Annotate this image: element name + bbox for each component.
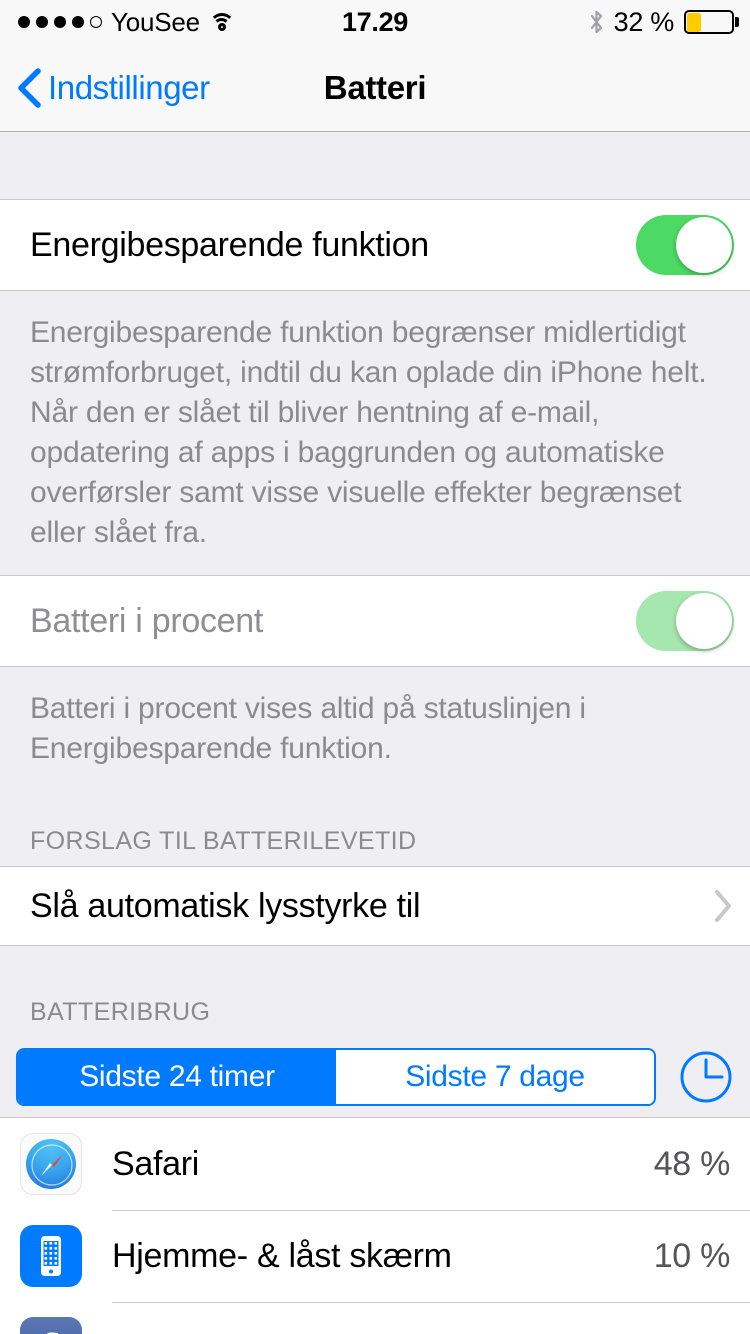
segment-last-24-hours[interactable]: Sidste 24 timer xyxy=(18,1050,336,1104)
app-usage-row[interactable]: Facebook 5 % xyxy=(0,1302,750,1334)
battery-percentage-footer: Batteri i procent vises altid på statusl… xyxy=(0,667,750,791)
battery-percentage-toggle[interactable] xyxy=(636,591,734,651)
navigation-bar: Indstillinger Batteri xyxy=(0,44,750,132)
app-battery-percent: 5 % xyxy=(672,1329,730,1334)
battery-icon xyxy=(684,10,739,34)
battery-percent-label: 32 % xyxy=(613,6,675,37)
battery-usage-controls: Sidste 24 timer Sidste 7 dage xyxy=(0,1037,750,1117)
app-usage-row[interactable]: Safari 48 % xyxy=(0,1118,750,1210)
low-power-mode-toggle[interactable] xyxy=(636,215,734,275)
low-power-mode-label: Energibesparende funktion xyxy=(30,225,429,264)
app-battery-percent: 10 % xyxy=(653,1236,731,1275)
low-power-mode-row[interactable]: Energibesparende funktion xyxy=(0,199,750,291)
toggle-knob xyxy=(676,593,732,649)
battery-usage-app-list: Safari 48 % Hjemme- & låst skærm 10 % xyxy=(0,1117,750,1334)
battery-fill xyxy=(686,12,701,32)
app-name: Hjemme- & låst skærm xyxy=(112,1236,452,1275)
battery-percentage-row[interactable]: Batteri i procent xyxy=(0,575,750,667)
battery-usage-section-header: BATTERIBRUG xyxy=(0,946,750,1037)
battery-percentage-label: Batteri i procent xyxy=(30,601,264,640)
status-bar-right: 32 % xyxy=(589,6,739,38)
app-name: Safari xyxy=(112,1144,200,1183)
app-usage-row[interactable]: Hjemme- & låst skærm 10 % xyxy=(0,1210,750,1302)
bluetooth-icon xyxy=(589,10,604,34)
app-battery-percent: 48 % xyxy=(653,1144,731,1183)
settings-content: Energibesparende funktion Energibesparen… xyxy=(0,133,750,1334)
suggestions-section-header: FORSLAG TIL BATTERILEVETID xyxy=(0,791,750,866)
safari-icon xyxy=(20,1133,82,1195)
auto-brightness-suggestion-label: Slå automatisk lysstyrke til xyxy=(30,886,421,925)
segment-last-7-days[interactable]: Sidste 7 dage xyxy=(336,1050,654,1104)
toggle-knob xyxy=(676,217,732,273)
facebook-icon xyxy=(20,1317,82,1334)
clock-icon[interactable] xyxy=(678,1049,734,1105)
app-name: Facebook xyxy=(112,1329,672,1334)
home-lock-screen-icon xyxy=(20,1225,82,1287)
chevron-right-icon xyxy=(712,887,734,925)
page-title: Batteri xyxy=(323,68,427,106)
battery-settings-screen: YouSee 17.29 32 % Indstillinger Batteri … xyxy=(0,0,750,1334)
status-bar: YouSee 17.29 32 % xyxy=(0,0,750,44)
usage-range-segmented-control[interactable]: Sidste 24 timer Sidste 7 dage xyxy=(16,1048,656,1106)
auto-brightness-suggestion-row[interactable]: Slå automatisk lysstyrke til xyxy=(0,866,750,946)
battery-cap xyxy=(735,17,739,27)
low-power-mode-footer: Energibesparende funktion begrænser midl… xyxy=(0,291,750,575)
section-spacer-top xyxy=(0,133,750,199)
